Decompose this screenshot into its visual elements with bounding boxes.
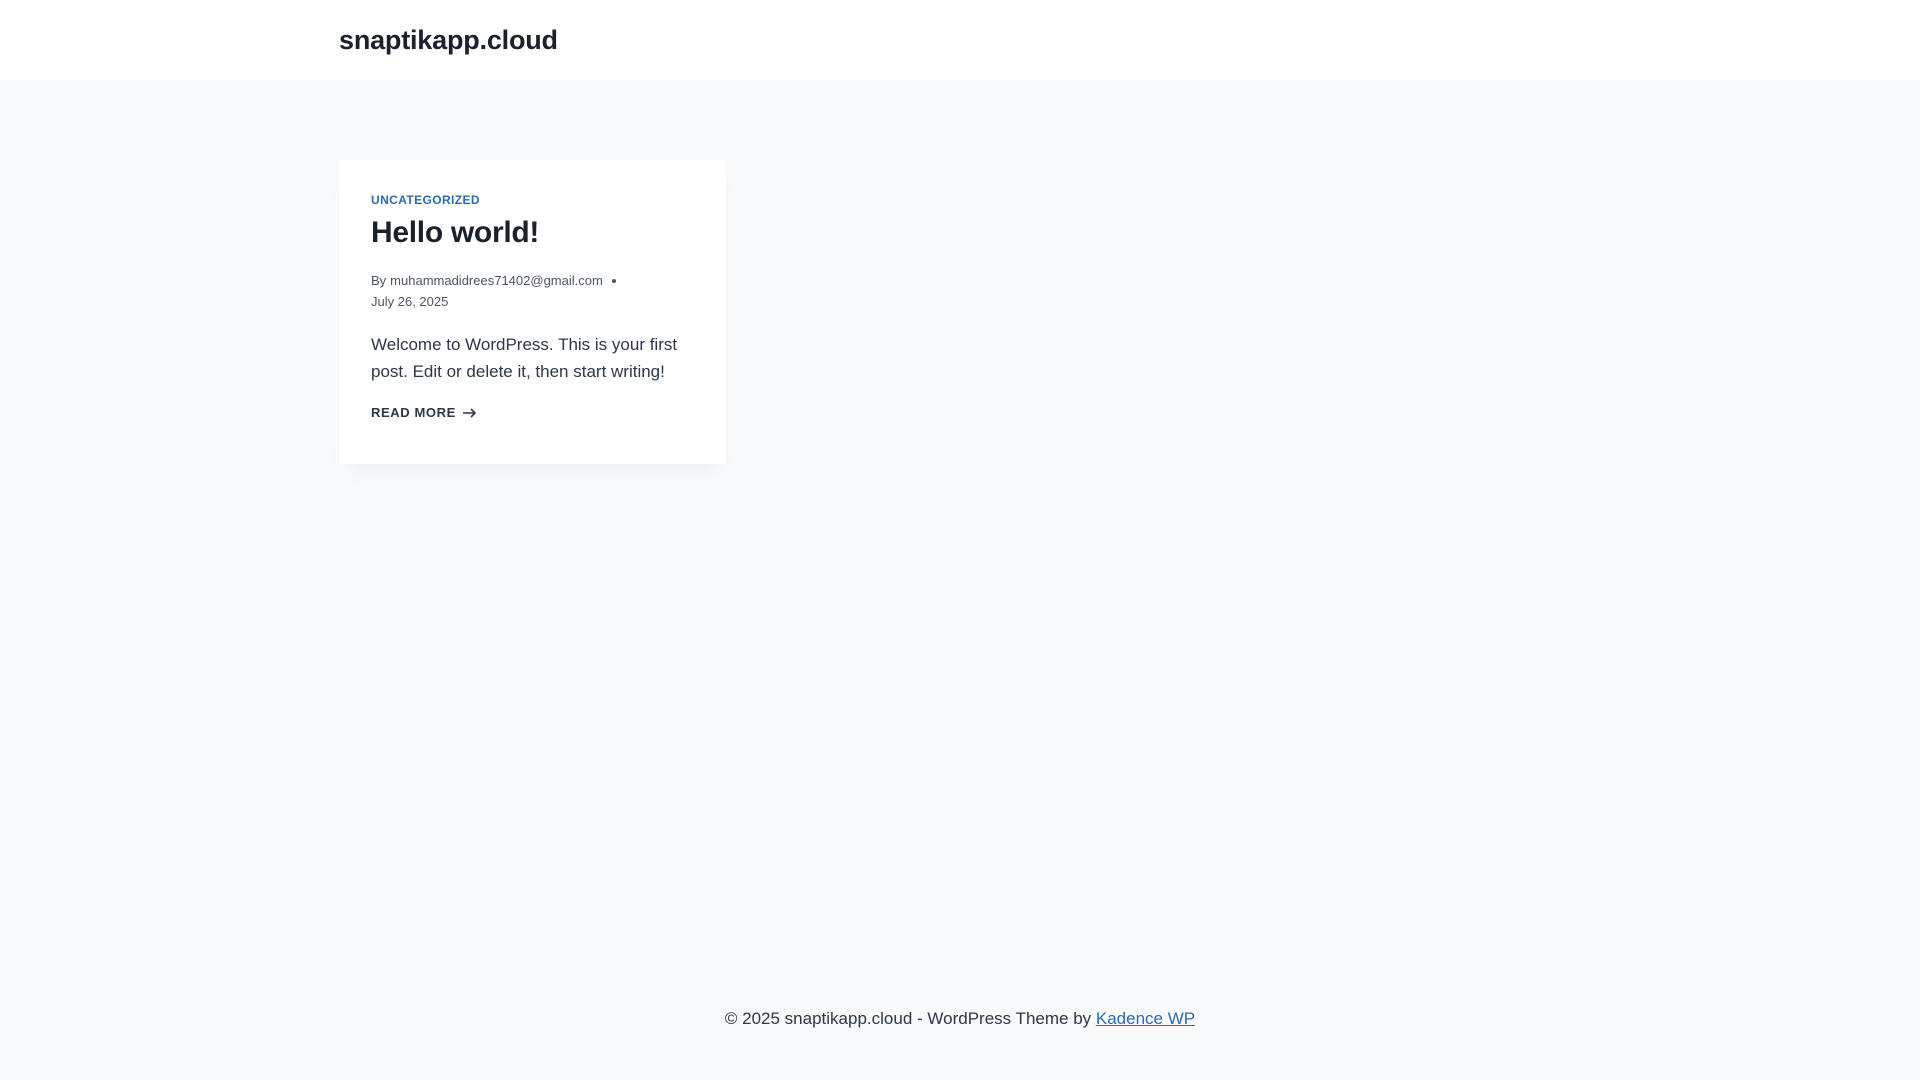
site-footer: © 2025 snaptikapp.cloud - WordPress Them… [0, 1005, 1920, 1033]
footer-copyright: © 2025 snaptikapp.cloud - WordPress Them… [724, 1009, 1096, 1028]
post-card: UNCATEGORIZED Hello world! By muhammadid… [339, 160, 726, 464]
meta-separator-dot [611, 278, 616, 283]
arrow-right-icon [462, 407, 476, 418]
post-title-link[interactable]: Hello world! [371, 214, 694, 252]
site-header: snaptikapp.cloud [0, 0, 1920, 80]
theme-credit-link[interactable]: Kadence WP [1096, 1009, 1195, 1028]
post-meta: By muhammadidrees71402@gmail.com July 26… [371, 270, 694, 312]
author-line: By muhammadidrees71402@gmail.com [371, 270, 694, 291]
author-link[interactable]: muhammadidrees71402@gmail.com [390, 270, 603, 291]
post-excerpt: Welcome to WordPress. This is your first… [371, 335, 678, 381]
category-link[interactable]: UNCATEGORIZED [371, 192, 694, 208]
read-more-label: READ MORE [371, 405, 456, 420]
read-more-link[interactable]: READ MORE [371, 405, 477, 420]
site-title-link[interactable]: snaptikapp.cloud [339, 22, 558, 58]
by-label: By [371, 273, 387, 288]
post-date: July 26, 2025 [371, 294, 449, 309]
